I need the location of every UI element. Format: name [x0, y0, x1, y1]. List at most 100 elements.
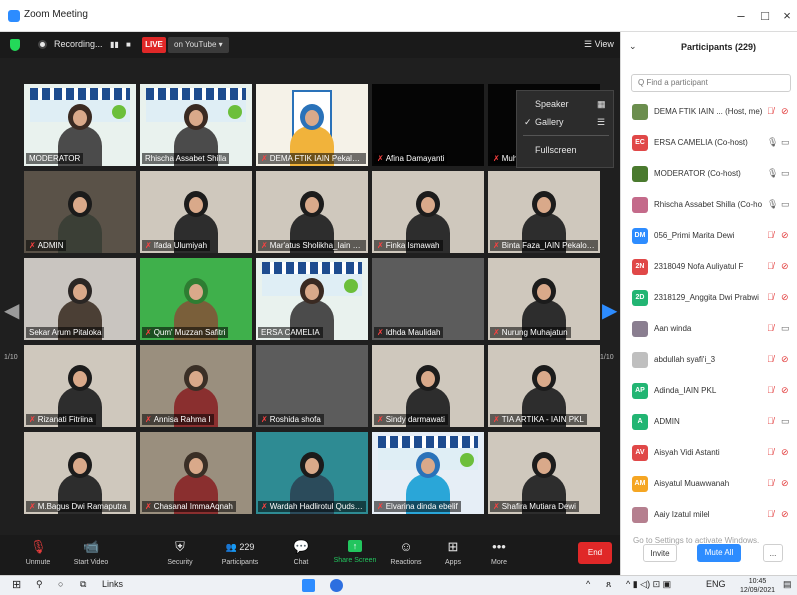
- participant-row[interactable]: Rhischa Assabet Shilla (Co-host) 🎙 ▭: [621, 193, 797, 224]
- apps-button[interactable]: ⊞ Apps: [440, 535, 466, 575]
- participants-button[interactable]: 👥 229 Participants: [216, 535, 264, 575]
- video-tile[interactable]: ✗ TIA ARTIKA - IAIN PKL: [488, 345, 600, 427]
- participant-row[interactable]: AV Aisyah Vidi Astanti 🎙̸ ⊘: [621, 441, 797, 472]
- video-tile[interactable]: ✗ Finka Ismawah: [372, 171, 484, 253]
- participant-list-name: ERSA CAMELIA (Co-host): [654, 138, 748, 147]
- participant-row[interactable]: Aaiy Izatul milel 🎙̸ ⊘: [621, 503, 797, 534]
- participant-row[interactable]: AM Aisyatul Muawwanah 🎙̸ ⊘: [621, 472, 797, 503]
- video-tile[interactable]: MODERATOR: [24, 84, 136, 166]
- video-tile[interactable]: ✗ ADMIN: [24, 171, 136, 253]
- participant-row[interactable]: 2D 2318129_Anggita Dwi Prabwi 🎙̸ ⊘: [621, 286, 797, 317]
- more-icon: •••: [492, 539, 506, 554]
- participant-list-name: Aaiy Izatul milel: [654, 510, 710, 519]
- video-tile[interactable]: ✗ Roshida shofa: [256, 345, 368, 427]
- share-screen-icon: ↑: [348, 540, 362, 552]
- video-tile[interactable]: Rhischa Assabet Shilla: [140, 84, 252, 166]
- close-button[interactable]: ×: [776, 6, 797, 26]
- video-tile[interactable]: ✗ Binta Faza_IAIN Pekalongan: [488, 171, 600, 253]
- participant-list-name: ADMIN: [654, 417, 680, 426]
- video-tile[interactable]: ✗ Afina Damayanti: [372, 84, 484, 166]
- participant-name-label: ✗ Sindy darmawati: [374, 414, 448, 425]
- video-tile[interactable]: Sekar Arum Pitaloka: [24, 258, 136, 340]
- security-shield-icon[interactable]: [10, 39, 20, 51]
- participant-row[interactable]: AP Adinda_IAIN PKL 🎙̸ ⊘: [621, 379, 797, 410]
- links-toolbar[interactable]: Links: [102, 579, 123, 589]
- view-menu: Speaker ▦ ✓ Gallery ☰ Fullscreen: [516, 90, 614, 168]
- video-tile[interactable]: ✗ Idhda Maulidah: [372, 258, 484, 340]
- pause-recording-button[interactable]: ▮▮: [110, 40, 119, 49]
- video-tile[interactable]: ERSA CAMELIA: [256, 258, 368, 340]
- participant-row[interactable]: DEMA FTIK IAIN ... (Host, me) 🎙̸ ⊘: [621, 100, 797, 131]
- previous-page-icon[interactable]: ◀: [4, 298, 19, 324]
- video-tile[interactable]: ✗ Rizanati Fitriina: [24, 345, 136, 427]
- windows-start-icon[interactable]: ⊞: [12, 578, 21, 591]
- video-tile[interactable]: ✗ Nurung Muhajatun: [488, 258, 600, 340]
- participant-row[interactable]: MODERATOR (Co-host) 🎙 ▭: [621, 162, 797, 193]
- task-view-icon[interactable]: ⧉: [80, 579, 86, 590]
- search-icon[interactable]: ⚲: [36, 579, 43, 590]
- mic-muted-icon: 🎙̸: [767, 323, 774, 333]
- participant-name: Qum' Muzzan Safitri: [153, 328, 226, 337]
- next-page-icon[interactable]: ▶: [602, 298, 617, 324]
- video-tile[interactable]: ✗ Ifada Ulumiyah: [140, 171, 252, 253]
- video-tile[interactable]: ✗ Mar'atus Sholikha_Iain pek: [256, 171, 368, 253]
- notifications-icon[interactable]: ▤: [783, 579, 792, 590]
- clock[interactable]: 10:45 12/09/2021: [740, 577, 775, 595]
- tray-chevron-icon[interactable]: ^: [586, 579, 590, 589]
- people-icon[interactable]: ጸ: [606, 579, 611, 590]
- participant-row[interactable]: EC ERSA CAMELIA (Co-host) 🎙 ▭: [621, 131, 797, 162]
- participant-name: DEMA FTIK IAIN Pekalongan: [269, 154, 366, 163]
- video-tile[interactable]: ✗ Shafira Mutiara Dewi: [488, 432, 600, 514]
- mute-all-button[interactable]: Mute All: [697, 544, 741, 562]
- unmute-button[interactable]: 🎙 Unmute: [18, 535, 58, 575]
- end-meeting-button[interactable]: End: [578, 542, 612, 564]
- video-tile[interactable]: ✗ Annisa Rahma I: [140, 345, 252, 427]
- cortana-icon[interactable]: ○: [58, 579, 63, 589]
- share-screen-button[interactable]: ↑ Share Screen: [332, 535, 378, 575]
- video-tile[interactable]: ✗ DEMA FTIK IAIN Pekalongan: [256, 84, 368, 166]
- chat-button[interactable]: 💬 Chat: [286, 535, 316, 575]
- avatar: 2N: [632, 259, 648, 275]
- participant-name: Rizanati Fitriina: [37, 415, 93, 424]
- start-video-button[interactable]: 📹 Start Video: [68, 535, 114, 575]
- restore-button[interactable]: □: [754, 6, 776, 26]
- avatar: AM: [632, 476, 648, 492]
- participants-label: Participants: [221, 559, 259, 566]
- video-tile[interactable]: ✗ Qum' Muzzan Safitri: [140, 258, 252, 340]
- menu-item-speaker[interactable]: Speaker: [535, 99, 569, 109]
- zoom-taskbar-icon[interactable]: [302, 579, 315, 592]
- participant-name: MODERATOR: [29, 154, 81, 163]
- participant-list-name: Rhischa Assabet Shilla (Co-host): [654, 200, 762, 209]
- reactions-button[interactable]: ☺ Reactions: [388, 535, 424, 575]
- participant-list-name: 2318129_Anggita Dwi Prabwi: [654, 293, 759, 302]
- chrome-taskbar-icon[interactable]: [330, 579, 343, 592]
- video-tile[interactable]: ✗ Chasanal ImmaAqnah: [140, 432, 252, 514]
- language-indicator[interactable]: ENG: [706, 579, 726, 589]
- tray-icons[interactable]: ^ ▮ ◁) ⊡ ▣: [626, 579, 671, 590]
- chevron-down-icon[interactable]: ⌄: [629, 41, 637, 52]
- muted-mic-icon: ✗: [145, 241, 152, 250]
- find-participant-input[interactable]: Q Find a participant: [631, 74, 791, 92]
- view-button[interactable]: ☰ View: [584, 39, 614, 50]
- participant-row[interactable]: Aan winda 🎙̸ ▭: [621, 317, 797, 348]
- video-tile[interactable]: ✗ Wardah Hadlirotul Qudsiyah: [256, 432, 368, 514]
- menu-item-fullscreen[interactable]: Fullscreen: [535, 145, 577, 155]
- menu-item-gallery[interactable]: Gallery: [535, 117, 564, 127]
- participant-name: Finka Ismawah: [385, 241, 440, 250]
- stop-recording-button[interactable]: ■: [126, 40, 131, 49]
- participant-row[interactable]: A ADMIN 🎙̸ ▭: [621, 410, 797, 441]
- participant-row[interactable]: DM 056_Primi Marita Dewi 🎙̸ ⊘: [621, 224, 797, 255]
- figure-face: [421, 371, 435, 387]
- live-stream-dropdown[interactable]: on YouTube ▾: [168, 37, 229, 53]
- video-tile[interactable]: ✗ M.Bagus Dwi Ramaputra: [24, 432, 136, 514]
- participant-row[interactable]: abdullah syafi'i_3 🎙̸ ⊘: [621, 348, 797, 379]
- security-button[interactable]: ⛨ Security: [160, 535, 200, 575]
- invite-button[interactable]: Invite: [643, 544, 677, 562]
- video-tile[interactable]: ✗ Elvarina dinda ebelif: [372, 432, 484, 514]
- minimize-button[interactable]: –: [730, 6, 752, 26]
- participant-row[interactable]: 2N 2318049 Nofa Auliyatul F 🎙̸ ⊘: [621, 255, 797, 286]
- more-options-button[interactable]: ...: [763, 544, 783, 562]
- video-tile[interactable]: ✗ Sindy darmawati: [372, 345, 484, 427]
- figure-face: [537, 284, 551, 300]
- more-button[interactable]: ••• More: [486, 535, 512, 575]
